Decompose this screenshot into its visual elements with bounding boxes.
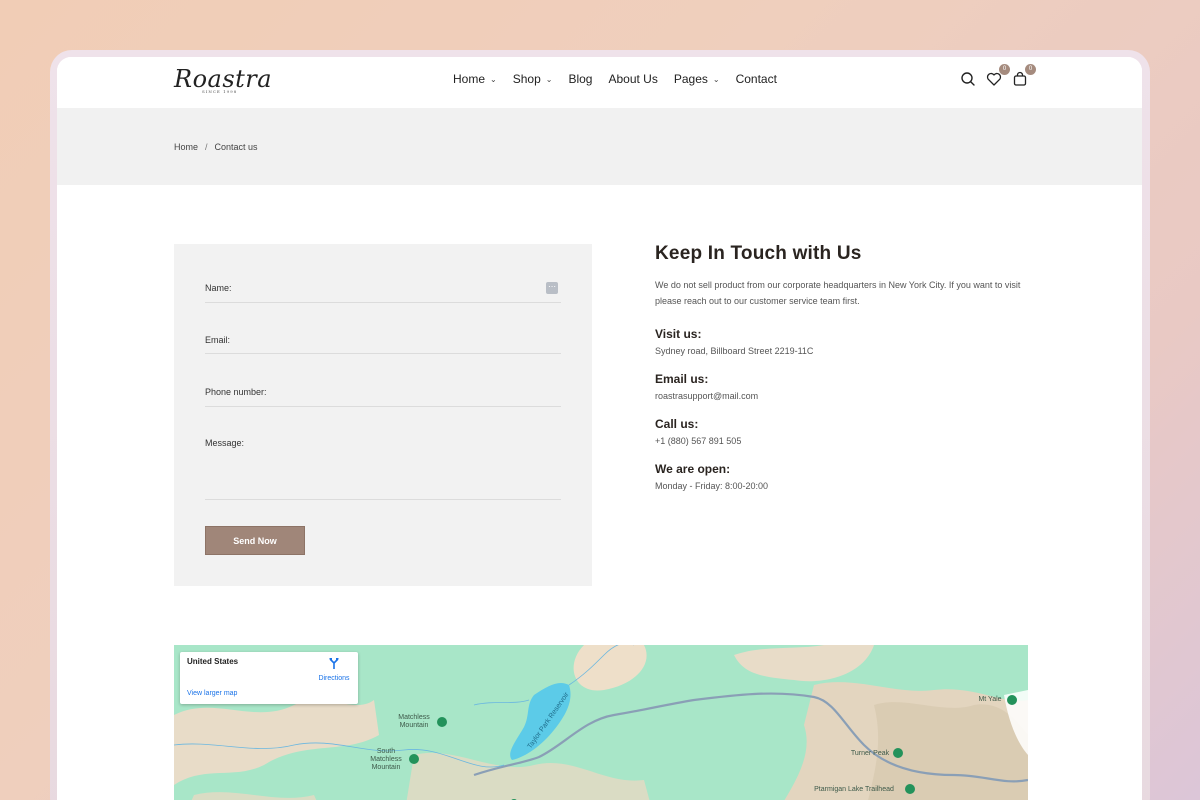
wishlist-count-badge: 0 bbox=[999, 64, 1010, 75]
contact-description: We do not sell product from our corporat… bbox=[655, 280, 1021, 306]
nav-item-pages[interactable]: Pages ⌄ bbox=[674, 72, 720, 86]
map-label-ptarmigan: Ptarmigan Lake Trailhead bbox=[814, 786, 894, 793]
autofill-dots-icon[interactable]: ⋯ bbox=[546, 282, 558, 294]
name-field: Name: ⋯ bbox=[205, 280, 561, 303]
nav-label-contact: Contact bbox=[735, 72, 777, 86]
logo-since: SINCE 1998 bbox=[202, 89, 238, 94]
breadcrumb-separator: / bbox=[205, 142, 208, 152]
email-us-title: Email us: bbox=[655, 372, 709, 386]
email-us-address[interactable]: roastrasupport@mail.com bbox=[655, 391, 1035, 401]
site-logo[interactable]: Roastra SINCE 1998 bbox=[174, 63, 272, 97]
nav-label-home: Home bbox=[453, 72, 486, 86]
nav-item-shop[interactable]: Shop ⌄ bbox=[513, 72, 553, 86]
embedded-map[interactable]: United States Directions View larger map… bbox=[174, 645, 1028, 800]
visit-us-address: Sydney road, Billboard Street 2219-11C bbox=[655, 346, 814, 356]
directions-button[interactable]: Directions bbox=[314, 656, 354, 682]
nav-label-about: About Us bbox=[608, 72, 658, 86]
email-us-block: Email us: roastrasupport@mail.com bbox=[655, 372, 1035, 401]
visit-us-block: Visit us: Sydney road, Billboard Street … bbox=[655, 327, 1035, 356]
call-us-title: Call us: bbox=[655, 417, 699, 431]
main-nav: Home ⌄ Shop ⌄ Blog About Us Pages ⌄ Cont… bbox=[453, 72, 793, 86]
chevron-down-icon: ⌄ bbox=[490, 74, 497, 84]
cart-count-badge: 0 bbox=[1025, 64, 1036, 75]
email-input[interactable] bbox=[265, 332, 545, 348]
contact-form: Name: ⋯ Email: Phone number: Message: Se… bbox=[174, 244, 592, 586]
email-field: Email: bbox=[205, 332, 561, 354]
breadcrumb-home-link[interactable]: Home bbox=[174, 142, 198, 152]
call-us-block: Call us: +1 (880) 567 891 505 bbox=[655, 417, 1035, 446]
email-label: Email: bbox=[205, 335, 231, 345]
site-header: Roastra SINCE 1998 Home ⌄ Shop ⌄ Blog Ab… bbox=[57, 57, 1142, 108]
map-label-turner-peak: Turner Peak bbox=[850, 750, 890, 757]
chevron-down-icon: ⌄ bbox=[545, 74, 553, 84]
directions-icon bbox=[329, 658, 339, 669]
opening-hours-block: We are open: Monday - Friday: 8:00-20:00 bbox=[655, 462, 1035, 491]
call-us-number[interactable]: +1 (880) 567 891 505 bbox=[655, 436, 1035, 446]
message-field: Message: bbox=[205, 438, 561, 500]
message-textarea[interactable] bbox=[205, 454, 561, 494]
nav-label-blog: Blog bbox=[568, 72, 593, 86]
nav-label-pages: Pages bbox=[673, 72, 708, 86]
contact-info: Keep In Touch with Us We do not sell pro… bbox=[655, 243, 1035, 491]
nav-label-shop: Shop bbox=[512, 72, 541, 86]
opening-hours-title: We are open: bbox=[655, 462, 731, 476]
phone-field: Phone number: bbox=[205, 384, 561, 407]
map-label-matchless: Matchless Mountain bbox=[398, 714, 430, 729]
visit-us-title: Visit us: bbox=[655, 327, 702, 341]
map-label-south-matchless: South Matchless Mountain bbox=[370, 748, 402, 771]
breadcrumb-bar: Home / Contact us bbox=[57, 108, 1142, 185]
page-title: Keep In Touch with Us bbox=[655, 243, 862, 264]
phone-input[interactable] bbox=[271, 384, 551, 400]
nav-item-about[interactable]: About Us bbox=[608, 72, 657, 86]
send-now-button[interactable]: Send Now bbox=[205, 526, 305, 555]
breadcrumb: Home / Contact us bbox=[174, 142, 258, 152]
map-info-card: United States Directions View larger map bbox=[180, 652, 358, 704]
opening-hours-value: Monday - Friday: 8:00-20:00 bbox=[655, 481, 769, 491]
search-icon[interactable] bbox=[960, 71, 976, 87]
map-label-mt-yale: Mt Yale bbox=[978, 696, 1002, 703]
phone-label: Phone number: bbox=[205, 387, 267, 397]
browser-window: Roastra SINCE 1998 Home ⌄ Shop ⌄ Blog Ab… bbox=[57, 57, 1142, 800]
directions-label: Directions bbox=[318, 675, 350, 682]
nav-item-home[interactable]: Home ⌄ bbox=[453, 72, 497, 86]
message-label: Message: bbox=[205, 438, 245, 448]
wishlist-heart-icon[interactable]: 0 bbox=[986, 64, 1010, 87]
breadcrumb-current: Contact us bbox=[214, 142, 258, 152]
nav-item-contact[interactable]: Contact bbox=[736, 72, 777, 86]
chevron-down-icon: ⌄ bbox=[712, 74, 720, 84]
nav-item-blog[interactable]: Blog bbox=[568, 72, 592, 86]
view-larger-map-link[interactable]: View larger map bbox=[187, 690, 237, 697]
map-card-title: United States bbox=[187, 657, 239, 666]
cart-bag-icon[interactable]: 0 bbox=[1012, 64, 1036, 87]
header-icons: 0 0 bbox=[960, 64, 1036, 87]
name-input[interactable] bbox=[265, 280, 545, 296]
name-label: Name: bbox=[205, 283, 232, 293]
